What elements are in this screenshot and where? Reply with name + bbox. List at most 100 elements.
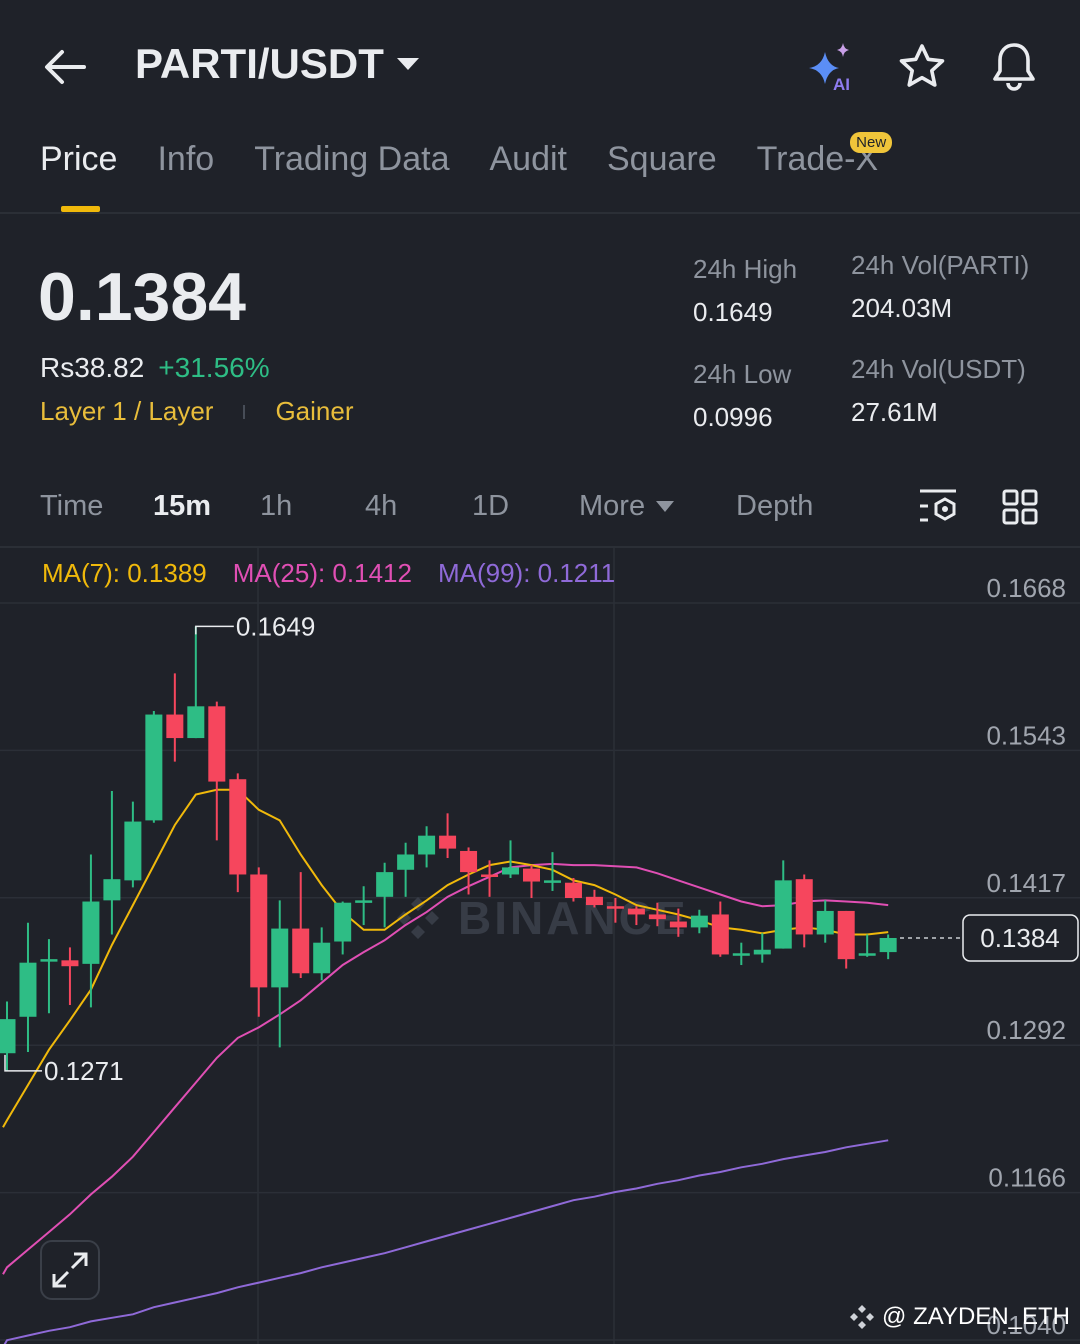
candle (145, 711, 163, 823)
stat-high-label: 24h High (693, 254, 798, 284)
price-sub: Rs38.82 +31.56% (40, 352, 270, 384)
indicator-settings-icon (920, 489, 956, 522)
tag-layer[interactable]: Layer 1 / Layer (40, 396, 213, 427)
caret-down-icon (656, 501, 675, 512)
candle (543, 852, 561, 891)
candle-body (858, 953, 876, 956)
candle-body (250, 874, 268, 988)
candle-body (145, 714, 163, 821)
candle-body (753, 949, 771, 955)
candle (397, 842, 415, 897)
candle-body (271, 928, 289, 988)
candle-body (690, 915, 708, 928)
tf-more[interactable]: More (579, 490, 675, 523)
indicator-settings-button[interactable] (918, 488, 960, 533)
candle (208, 701, 226, 841)
candle-body (40, 959, 58, 962)
back-arrow-icon (45, 50, 86, 84)
tag-gainer[interactable]: Gainer (275, 396, 353, 427)
tf-more-label: More (579, 490, 646, 522)
candle-body (481, 874, 499, 877)
stat-high-value: 0.1649 (693, 297, 773, 327)
binance-logo-icon (850, 1305, 875, 1329)
candle (732, 942, 750, 966)
last-price: 0.1384 (38, 259, 246, 335)
ma99-line (3, 1139, 889, 1344)
star-icon (899, 44, 945, 87)
pair-selector[interactable]: PARTI/USDT (135, 40, 420, 88)
candle-body (61, 960, 79, 967)
candle (711, 901, 729, 957)
tf-depth[interactable]: Depth (736, 490, 813, 523)
favorite-button[interactable] (897, 42, 947, 97)
candle-body (606, 906, 624, 909)
tab-bar: Price Info Trading Data Audit Square Tra… (40, 132, 893, 179)
candle-body (0, 1019, 16, 1054)
candle (187, 626, 205, 739)
chart-watermark: BINANCE (397, 892, 686, 944)
candle-body (543, 880, 561, 883)
y-tick-label: 0.1543 (986, 720, 1066, 750)
watermark-user: @ ZAYDEN_ETH (882, 1303, 1070, 1330)
candle (774, 860, 792, 949)
ai-label: AI (833, 75, 850, 94)
candle (271, 900, 289, 1048)
candle-body (648, 914, 666, 920)
stat-vol-quote: 24h Vol(USDT) 27.61M (851, 354, 1026, 428)
tag-separator (243, 404, 246, 419)
candle (690, 909, 708, 934)
candle-body (313, 942, 331, 974)
alert-button[interactable] (988, 40, 1040, 99)
y-tick-label: 0.1417 (986, 868, 1066, 898)
candle-body (376, 872, 394, 897)
candle-body (103, 879, 121, 901)
candle (355, 886, 373, 926)
candle (103, 790, 121, 935)
candle (313, 927, 331, 981)
tags: Layer 1 / Layer Gainer (40, 396, 353, 427)
candle (858, 934, 876, 957)
high-marker-label: 0.1649 (236, 611, 316, 641)
candle-body (19, 962, 37, 1017)
tf-time[interactable]: Time (40, 490, 103, 523)
ai-button[interactable]: AI (803, 40, 859, 94)
candle-body (795, 879, 813, 935)
tab-square[interactable]: Square (607, 140, 717, 179)
tf-15m[interactable]: 15m (153, 490, 211, 523)
y-tick-label: 0.1292 (986, 1015, 1066, 1045)
candle (439, 813, 457, 859)
candle-body (585, 896, 603, 906)
candle-body (837, 910, 855, 960)
tf-4h[interactable]: 4h (365, 490, 397, 523)
y-tick-label: 0.1166 (988, 1163, 1066, 1193)
tf-1d[interactable]: 1D (472, 490, 509, 523)
layout-grid-button[interactable] (1002, 489, 1038, 530)
tab-audit[interactable]: Audit (489, 140, 567, 179)
divider (0, 212, 1080, 214)
candle (82, 854, 100, 1008)
new-badge: New (850, 132, 893, 153)
stat-low-value: 0.0996 (693, 402, 773, 432)
tab-trade-x[interactable]: Trade-X New (757, 132, 893, 179)
ma99-label: MA(99): 0.1211 (437, 558, 616, 588)
user-watermark: @ ZAYDEN_ETH (848, 1303, 1070, 1331)
candle (292, 872, 310, 978)
tf-1h[interactable]: 1h (260, 490, 292, 523)
low-marker-line (4, 1054, 42, 1072)
fiat-price: Rs38.82 (40, 352, 145, 383)
candle (418, 826, 436, 868)
stat-vol-quote-value: 27.61M (851, 397, 938, 427)
candle-body (82, 901, 100, 964)
tab-price[interactable]: Price (40, 140, 117, 179)
candle-body (124, 821, 142, 881)
tab-info[interactable]: Info (157, 140, 214, 179)
tab-trading-data[interactable]: Trading Data (254, 140, 449, 179)
candle (837, 910, 855, 969)
fullscreen-button[interactable] (40, 1240, 100, 1300)
candle-body (627, 908, 645, 915)
back-button[interactable] (42, 46, 88, 93)
candle-body (502, 867, 520, 875)
candle (61, 947, 79, 1006)
candle (40, 939, 58, 1014)
candlestick-chart[interactable]: BINANCE 0.1649 0.1271 0.1384 0.1668 0.1543 0… (0, 548, 1080, 1344)
